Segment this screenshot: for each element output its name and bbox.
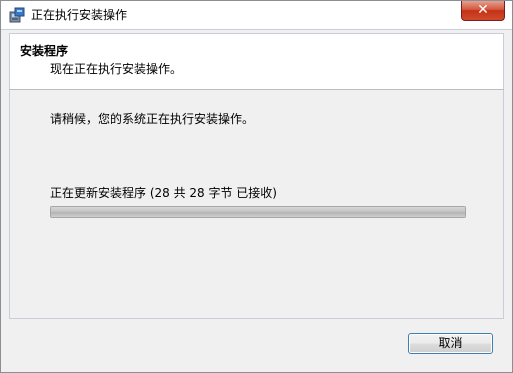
cancel-button[interactable]: 取消	[408, 333, 493, 354]
footer-divider	[9, 318, 504, 319]
installer-icon	[9, 7, 25, 23]
close-icon: ✕	[477, 2, 489, 18]
status-message: 请稍候，您的系统正在执行安装操作。	[50, 112, 255, 126]
close-button[interactable]: ✕	[461, 1, 505, 21]
title-bar[interactable]: 正在执行安装操作 ✕	[1, 1, 512, 30]
installer-window: 正在执行安装操作 ✕ 安装程序 现在正在执行安装操作。 请稍候，您的系统正在执行…	[0, 0, 513, 373]
header-panel: 安装程序 现在正在执行安装操作。	[9, 33, 504, 89]
header-subtitle: 现在正在执行安装操作。	[50, 62, 183, 76]
progress-fill	[51, 207, 465, 217]
progress-bar	[50, 206, 466, 218]
header-title: 安装程序	[20, 44, 69, 58]
progress-label: 正在更新安装程序 (28 共 28 字节 已接收)	[50, 186, 277, 200]
window-title: 正在执行安装操作	[31, 8, 128, 22]
